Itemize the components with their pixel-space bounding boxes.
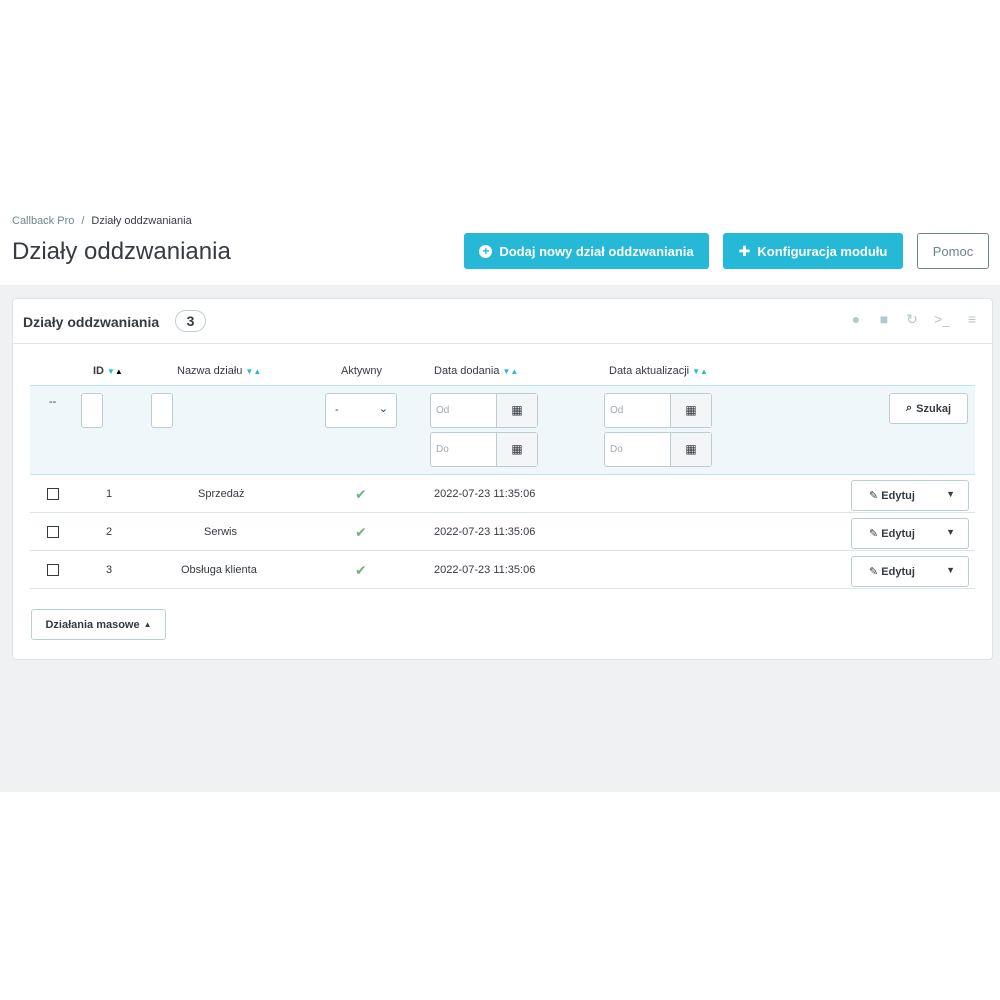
- date-add-to-field[interactable]: Do ▦: [430, 432, 538, 467]
- active-check-icon[interactable]: ✔: [355, 562, 367, 579]
- date-add-from-field[interactable]: Od ▦: [430, 393, 538, 428]
- edit-label: Edytuj: [881, 528, 915, 540]
- help-button[interactable]: Pomoc: [917, 233, 989, 269]
- pencil-icon: ✎: [869, 528, 879, 540]
- date-upd-from-input[interactable]: Od: [605, 394, 671, 427]
- breadcrumb: Callback Pro / Działy oddzwaniania: [12, 215, 192, 227]
- date-add-to-input[interactable]: Do: [431, 433, 497, 466]
- id-filter-input[interactable]: [81, 393, 103, 428]
- caret-up-icon: ▲: [143, 620, 152, 629]
- column-header-date-upd-label: Data aktualizacji: [609, 365, 690, 377]
- search-button[interactable]: ⌕ Szukaj: [889, 393, 968, 424]
- sort-icon[interactable]: ▼▲: [502, 367, 518, 376]
- active-filter-value: -: [335, 404, 339, 416]
- calendar-icon[interactable]: ▦: [671, 433, 711, 466]
- column-header-id-label: ID: [93, 365, 104, 377]
- name-filter-input[interactable]: [151, 393, 173, 428]
- column-header-date-add-label: Data dodania: [434, 365, 500, 377]
- module-config-button[interactable]: ✚ Konfiguracja modułu: [723, 233, 903, 269]
- date-add-from-input[interactable]: Od: [431, 394, 497, 427]
- puzzle-icon: ✚: [738, 242, 751, 259]
- pencil-icon: ✎: [869, 566, 879, 578]
- plus-circle-icon: +: [479, 244, 493, 258]
- row-date-add: 2022-07-23 11:35:06: [434, 526, 536, 538]
- row-date-add: 2022-07-23 11:35:06: [434, 564, 536, 576]
- row-checkbox[interactable]: [47, 564, 59, 576]
- row-actions: ✎ Edytuj ▼: [851, 480, 969, 511]
- edit-button[interactable]: ✎ Edytuj: [869, 527, 915, 540]
- chevron-down-icon: ⌄: [378, 403, 388, 415]
- row-checkbox[interactable]: [47, 488, 59, 500]
- date-upd-to-field[interactable]: Do ▦: [604, 432, 712, 467]
- module-config-label: Konfiguracja modułu: [757, 243, 888, 259]
- row-name: Sprzedaż: [198, 488, 245, 500]
- sort-icon[interactable]: ▼▲: [245, 367, 261, 376]
- add-department-label: Dodaj nowy dział oddzwaniania: [499, 243, 694, 259]
- edit-button[interactable]: ✎ Edytuj: [869, 565, 915, 578]
- column-header-name-label: Nazwa działu: [177, 365, 243, 377]
- row-id: 1: [106, 488, 113, 500]
- search-label: Szukaj: [916, 402, 952, 415]
- active-check-icon[interactable]: ✔: [355, 524, 367, 541]
- row-id: 2: [106, 526, 113, 538]
- column-header-name[interactable]: Nazwa działu ▼▲: [177, 365, 261, 377]
- database-icon[interactable]: ≡: [964, 311, 980, 327]
- column-header-id[interactable]: ID ▼▲: [93, 365, 123, 377]
- plus-circle-icon[interactable]: ●: [848, 311, 864, 327]
- page-title: Działy oddzwaniania: [12, 238, 231, 265]
- calendar-icon[interactable]: ▦: [671, 394, 711, 427]
- breadcrumb-parent[interactable]: Callback Pro: [12, 215, 74, 227]
- row-name: Serwis: [204, 526, 238, 538]
- table-row: 1 Sprzedaż ✔ 2022-07-23 11:35:06 ✎ Edytu…: [30, 475, 975, 513]
- sort-icon[interactable]: ▼▲: [107, 367, 123, 376]
- table-row: 3 Obsługa klienta ✔ 2022-07-23 11:35:06 …: [30, 551, 975, 589]
- breadcrumb-current: Działy oddzwaniania: [91, 215, 192, 227]
- bulk-filter-placeholder: --: [49, 396, 57, 408]
- panel-title: Działy oddzwaniania: [23, 314, 160, 330]
- export-icon[interactable]: ■: [876, 311, 892, 327]
- row-actions: ✎ Edytuj ▼: [851, 518, 969, 549]
- column-header-active: Aktywny: [341, 365, 382, 377]
- help-label: Pomoc: [932, 243, 974, 259]
- calendar-icon[interactable]: ▦: [497, 433, 537, 466]
- panel-heading: Działy oddzwaniania 3 ● ■ ↻ >_ ≡: [13, 299, 992, 344]
- screenshot: Callback Pro / Działy oddzwaniania Działy …: [0, 0, 1000, 1000]
- refresh-icon[interactable]: ↻: [904, 311, 920, 327]
- date-upd-to-input[interactable]: Do: [605, 433, 671, 466]
- active-filter-select[interactable]: - ⌄: [325, 393, 397, 428]
- edit-label: Edytuj: [881, 566, 915, 578]
- pencil-icon: ✎: [869, 490, 879, 502]
- bulk-actions-label: Działania masowe: [45, 618, 140, 631]
- add-department-button[interactable]: + Dodaj nowy dział oddzwaniania: [464, 233, 709, 269]
- column-header-active-label: Aktywny: [341, 365, 382, 377]
- search-icon: ⌕: [905, 402, 913, 414]
- count-badge: 3: [175, 310, 206, 332]
- edit-button[interactable]: ✎ Edytuj: [869, 489, 915, 502]
- sql-query-icon[interactable]: >_: [932, 311, 952, 327]
- page-header: Callback Pro / Działy oddzwaniania Działy …: [0, 205, 1000, 285]
- caret-down-icon[interactable]: ▼: [946, 565, 955, 575]
- table-row: 2 Serwis ✔ 2022-07-23 11:35:06 ✎ Edytuj …: [30, 513, 975, 551]
- row-id: 3: [106, 564, 113, 576]
- caret-down-icon[interactable]: ▼: [946, 527, 955, 537]
- caret-down-icon[interactable]: ▼: [946, 489, 955, 499]
- column-header-date-upd[interactable]: Data aktualizacji ▼▲: [609, 365, 708, 377]
- row-name: Obsługa klienta: [181, 564, 257, 576]
- calendar-icon[interactable]: ▦: [497, 394, 537, 427]
- edit-label: Edytuj: [881, 490, 915, 502]
- sort-icon[interactable]: ▼▲: [692, 367, 708, 376]
- column-header-date-add[interactable]: Data dodania ▼▲: [434, 365, 518, 377]
- active-check-icon[interactable]: ✔: [355, 486, 367, 503]
- row-checkbox[interactable]: [47, 526, 59, 538]
- row-date-add: 2022-07-23 11:35:06: [434, 488, 536, 500]
- bulk-actions-button[interactable]: Działania masowe ▲: [31, 609, 166, 640]
- breadcrumb-separator: /: [81, 215, 85, 227]
- panel-toolbar: ● ■ ↻ >_ ≡: [848, 311, 980, 327]
- date-upd-from-field[interactable]: Od ▦: [604, 393, 712, 428]
- row-actions: ✎ Edytuj ▼: [851, 556, 969, 587]
